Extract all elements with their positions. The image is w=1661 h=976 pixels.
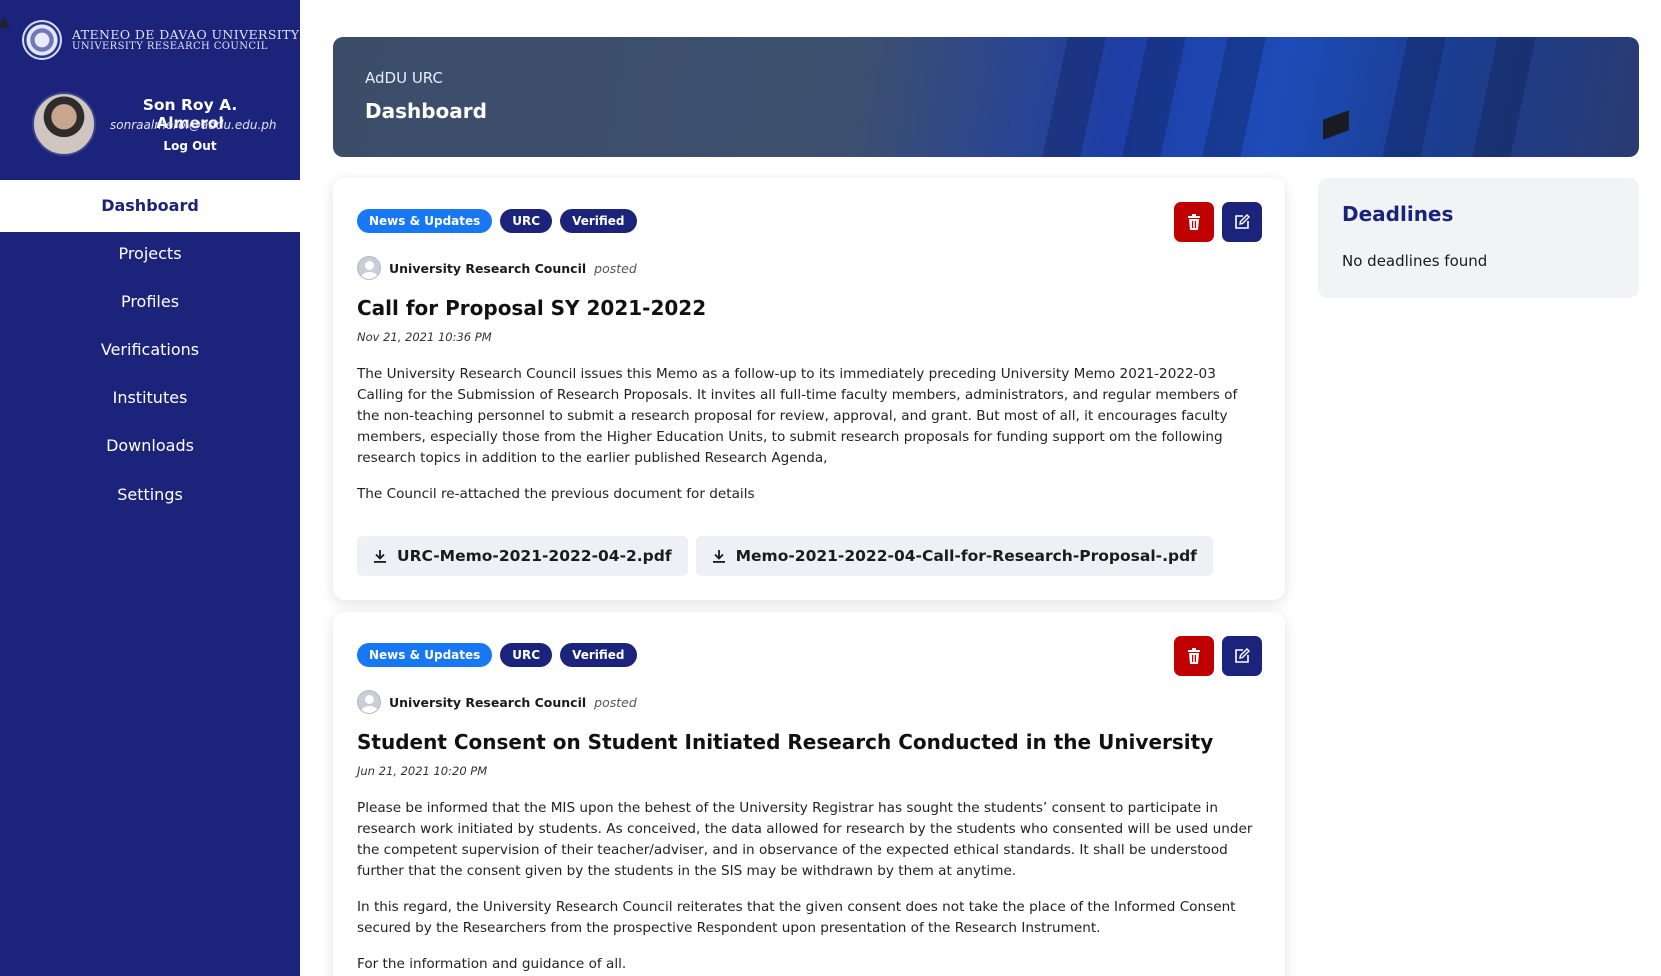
- university-seal-logo: [22, 20, 62, 60]
- post-author-action: posted: [594, 694, 637, 710]
- post-author: University Research Council posted: [357, 256, 637, 280]
- banner-subtitle: AdDU URC: [365, 69, 443, 87]
- post-card: News & Updates URC Verified University R…: [333, 178, 1285, 600]
- post-date: Nov 21, 2021 10:36 PM: [357, 330, 492, 344]
- download-icon: [374, 550, 386, 563]
- brand-council-name: UNIVERSITY RESEARCH COUNCIL: [72, 40, 268, 52]
- page-banner: AdDU URC Dashboard: [333, 37, 1639, 157]
- user-email: sonraalmerol@addu.edu.ph: [110, 118, 277, 132]
- post-paragraph: The Council re-attached the previous doc…: [357, 486, 755, 502]
- brand[interactable]: ATENEO DE DAVAO UNIVERSITY UNIVERSITY RE…: [22, 20, 300, 60]
- post-paragraph: Please be informed that the MIS upon the…: [357, 800, 1253, 879]
- attachment-download-button[interactable]: URC-Memo-2021-2022-04-2.pdf: [357, 536, 688, 576]
- deadlines-empty-message: No deadlines found: [1342, 252, 1488, 270]
- post-author: University Research Council posted: [357, 690, 637, 714]
- sidebar-header: ATENEO DE DAVAO UNIVERSITY UNIVERSITY RE…: [0, 0, 300, 180]
- banner-building-decoration: [1033, 37, 1111, 157]
- post-author-name[interactable]: University Research Council: [389, 695, 586, 710]
- banner-building-decoration: [1463, 37, 1541, 157]
- trash-icon: [1188, 214, 1200, 230]
- logout-link[interactable]: Log Out: [110, 139, 270, 153]
- user-avatar-icon: [357, 690, 381, 714]
- page-title: Dashboard: [365, 99, 487, 123]
- post-title[interactable]: Student Consent on Student Initiated Res…: [357, 730, 1213, 754]
- banner-building-decoration: [1193, 37, 1271, 157]
- nav-item-profiles[interactable]: Profiles: [0, 282, 300, 322]
- badge-news-updates[interactable]: News & Updates: [357, 643, 493, 667]
- post-card: News & Updates URC Verified University R…: [333, 612, 1285, 976]
- nav-item-dashboard[interactable]: Dashboard: [0, 186, 300, 226]
- deadlines-title: Deadlines: [1342, 202, 1454, 226]
- post-badges: News & Updates URC Verified: [357, 643, 637, 667]
- post-author-name[interactable]: University Research Council: [389, 261, 586, 276]
- post-title[interactable]: Call for Proposal SY 2021-2022: [357, 296, 706, 320]
- nav-item-settings[interactable]: Settings: [0, 475, 300, 515]
- trash-icon: [1188, 648, 1200, 664]
- badge-urc[interactable]: URC: [500, 643, 553, 667]
- attachment-filename: URC-Memo-2021-2022-04-2.pdf: [397, 547, 672, 565]
- edit-post-button[interactable]: [1222, 202, 1262, 242]
- brand-university-name: ATENEO DE DAVAO UNIVERSITY: [72, 26, 300, 42]
- post-paragraph: The University Research Council issues t…: [357, 366, 1238, 466]
- badge-verified[interactable]: Verified: [560, 643, 637, 667]
- post-badges: News & Updates URC Verified: [357, 209, 637, 233]
- banner-flag-decoration: [1323, 110, 1349, 140]
- app: ATENEO DE DAVAO UNIVERSITY UNIVERSITY RE…: [0, 0, 1661, 976]
- deadlines-panel: Deadlines No deadlines found: [1318, 178, 1639, 298]
- delete-post-button[interactable]: [1174, 636, 1214, 676]
- brand-text: ATENEO DE DAVAO UNIVERSITY UNIVERSITY RE…: [72, 28, 300, 53]
- edit-icon: [1235, 214, 1250, 229]
- banner-building-decoration: [1373, 37, 1451, 157]
- download-icon: [712, 550, 725, 563]
- sidebar: ATENEO DE DAVAO UNIVERSITY UNIVERSITY RE…: [0, 0, 300, 976]
- post-body: Please be informed that the MIS upon the…: [357, 798, 1257, 976]
- banner-building-decoration: [1113, 37, 1191, 157]
- post-author-action: posted: [594, 260, 637, 276]
- badge-verified[interactable]: Verified: [560, 209, 637, 233]
- post-paragraph: In this regard, the University Research …: [357, 899, 1236, 936]
- attachment-filename: Memo-2021-2022-04-Call-for-Research-Prop…: [735, 547, 1197, 565]
- post-body: The University Research Council issues t…: [357, 364, 1257, 520]
- badge-urc[interactable]: URC: [500, 209, 553, 233]
- post-date: Jun 21, 2021 10:20 PM: [357, 764, 488, 778]
- attachment-download-button[interactable]: Memo-2021-2022-04-Call-for-Research-Prop…: [695, 536, 1213, 576]
- post-attachments: URC-Memo-2021-2022-04-2.pdf Memo-2021-20…: [357, 536, 1213, 576]
- nav-item-downloads[interactable]: Downloads: [0, 426, 300, 466]
- edit-icon: [1235, 648, 1250, 663]
- nav-item-verifications[interactable]: Verifications: [0, 330, 300, 370]
- edit-post-button[interactable]: [1222, 636, 1262, 676]
- nav-item-projects[interactable]: Projects: [0, 234, 300, 274]
- nav-item-institutes[interactable]: Institutes: [0, 378, 300, 418]
- user-avatar-icon: [357, 256, 381, 280]
- delete-post-button[interactable]: [1174, 202, 1214, 242]
- post-paragraph: For the information and guidance of all.: [357, 956, 627, 972]
- badge-news-updates[interactable]: News & Updates: [357, 209, 493, 233]
- user-avatar: [32, 92, 96, 156]
